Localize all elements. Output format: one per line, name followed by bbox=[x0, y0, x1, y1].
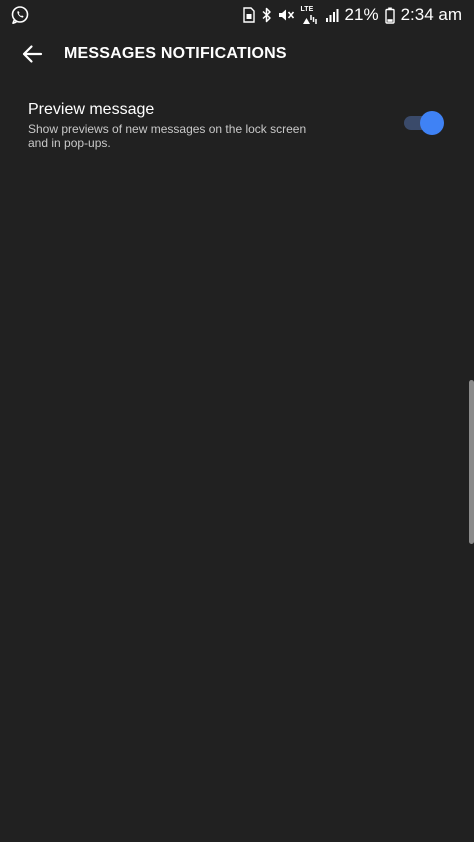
status-bar: LTE 21% 2:34 am bbox=[0, 0, 474, 30]
battery-percent: 21% bbox=[344, 5, 379, 24]
toggle-thumb bbox=[420, 111, 444, 135]
scrollbar[interactable] bbox=[469, 380, 474, 544]
lte-label: LTE bbox=[300, 5, 314, 13]
preview-message-setting[interactable]: Preview message Show previews of new mes… bbox=[0, 90, 474, 156]
whatsapp-icon bbox=[10, 5, 30, 25]
lte-icon: LTE bbox=[301, 6, 319, 25]
setting-description: Show previews of new messages on the loc… bbox=[28, 122, 307, 150]
bluetooth-icon bbox=[261, 7, 272, 23]
page-title: MESSAGES NOTIFICATIONS bbox=[64, 45, 287, 62]
preview-message-toggle[interactable] bbox=[402, 110, 446, 136]
battery-icon bbox=[384, 7, 395, 24]
mute-icon bbox=[278, 7, 295, 23]
clock: 2:34 am bbox=[400, 5, 462, 24]
back-button[interactable] bbox=[14, 40, 50, 72]
setting-title: Preview message bbox=[28, 101, 155, 118]
signal-icon bbox=[325, 7, 339, 23]
app-bar: MESSAGES NOTIFICATIONS bbox=[0, 30, 474, 82]
sim-icon bbox=[242, 7, 255, 23]
status-icons: LTE 21% 2:34 am bbox=[242, 4, 462, 26]
arrow-left-icon bbox=[21, 44, 43, 69]
